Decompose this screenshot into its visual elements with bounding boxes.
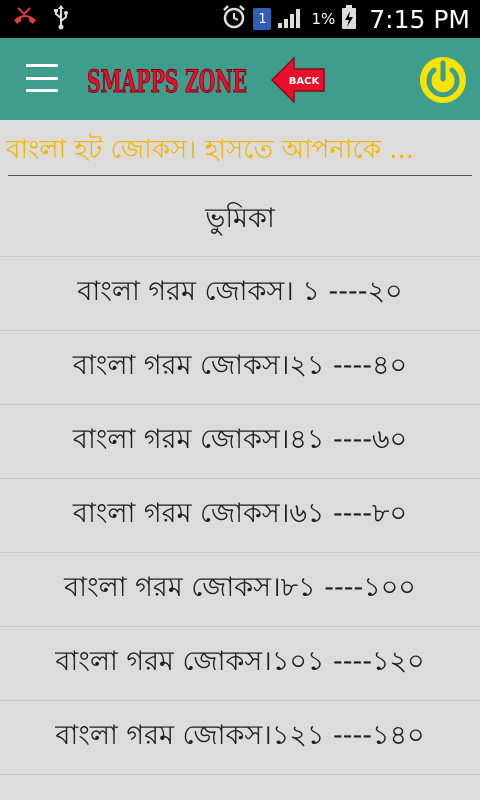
app-bar: SMAPPS ZONE BACK — [0, 38, 480, 120]
back-button[interactable]: BACK — [270, 55, 326, 105]
missed-call-icon — [12, 6, 38, 32]
marquee-text: বাংলা হট জোকস। হাসতে আপনাকে ... — [6, 135, 415, 165]
notification-badge: 1 — [253, 8, 272, 30]
status-time: 7:15 PM — [369, 4, 470, 34]
list-item-41-60[interactable]: বাংলা গরম জোকস।৪১ ----৬০ — [0, 405, 480, 479]
list-item-intro[interactable]: ভুমিকা — [0, 184, 480, 257]
signal-icon — [277, 5, 305, 33]
battery-percent: 1% — [311, 10, 336, 28]
chapter-list: ভুমিকা বাংলা গরম জোকস। ১ ----২০ বাংলা গর… — [0, 184, 480, 775]
list-item-21-40[interactable]: বাংলা গরম জোকস।২১ ----৪০ — [0, 331, 480, 405]
power-icon[interactable] — [418, 55, 468, 105]
divider — [8, 175, 472, 176]
hamburger-menu-icon[interactable] — [26, 64, 58, 92]
back-button-label: BACK — [289, 76, 321, 87]
usb-icon — [52, 4, 70, 34]
status-bar-right: 1 1% 7:15 PM — [221, 4, 480, 34]
status-bar-left — [0, 4, 70, 34]
list-item-81-100[interactable]: বাংলা গরম জোকস।৮১ ----১০০ — [0, 553, 480, 627]
alarm-icon — [221, 4, 247, 34]
list-item-1-20[interactable]: বাংলা গরম জোকস। ১ ----২০ — [0, 257, 480, 331]
battery-charging-icon — [341, 4, 357, 34]
logo-text: SMAPPS ZONE — [87, 64, 247, 100]
list-item-101-120[interactable]: বাংলা গরম জোকস।১০১ ----১২০ — [0, 627, 480, 701]
list-item-121-140[interactable]: বাংলা গরম জোকস।১২১ ----১৪০ — [0, 701, 480, 775]
status-bar: 1 1% 7:15 PM — [0, 0, 480, 38]
list-item-61-80[interactable]: বাংলা গরম জোকস।৬১ ----৮০ — [0, 479, 480, 553]
app-logo: SMAPPS ZONE — [84, 52, 250, 104]
